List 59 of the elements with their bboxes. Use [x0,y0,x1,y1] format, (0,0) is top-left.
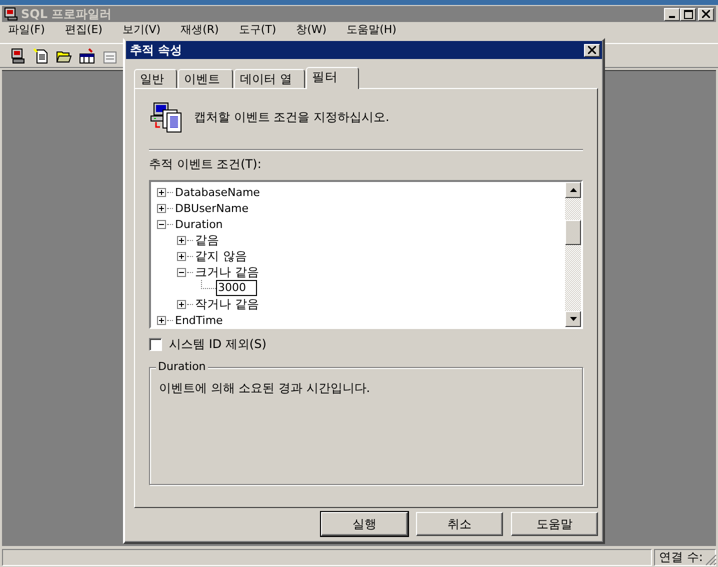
window-title: SQL 프로파일러 [21,6,112,22]
menu-item[interactable]: 파일(F) [6,23,47,36]
group-title: Duration [156,360,208,373]
description-text: 이벤트에 의해 소요된 경과 시간입니다. [159,381,370,395]
tab[interactable]: 필터 [306,67,359,89]
tree-item[interactable]: 작거나 같음 [195,296,259,312]
filter-tree[interactable]: DatabaseName DBUserName Duration 같음 같지 않음 크거나 같음 3000 작거나 같음 EndTime [149,180,583,329]
tab[interactable]: 일반 [134,69,177,88]
minimize-button[interactable] [664,8,680,20]
connection-count: 연결 수: [654,549,716,566]
scroll-down-button[interactable] [565,311,581,327]
menu-item[interactable]: 재생(R) [178,23,221,36]
table-icon[interactable] [79,48,95,64]
vertical-scrollbar[interactable] [565,182,581,327]
tree-item[interactable]: DatabaseName [175,186,260,198]
close-button[interactable] [698,8,714,20]
tab[interactable]: 데이터 열 [234,69,305,88]
dialog-button[interactable]: 도움말 [511,512,598,536]
checkbox[interactable] [149,338,162,351]
tree-item[interactable]: EndTime [175,314,223,326]
menu-item[interactable]: 도움말(H) [344,23,398,36]
new-document-icon[interactable] [33,48,49,64]
dialog-title: 추적 속성 [130,42,182,58]
menu-item[interactable]: 편집(E) [62,23,104,36]
expand-icon[interactable] [177,236,186,244]
collapse-icon[interactable] [177,268,186,276]
instruction-text: 캡처할 이벤트 조건을 지정하십시오. [194,108,390,126]
maximize-button[interactable] [680,8,696,20]
tree-item[interactable]: DBUserName [175,202,249,214]
scroll-thumb[interactable] [565,220,581,245]
tree-item[interactable]: 같음 [195,232,219,248]
expand-icon[interactable] [177,300,186,308]
expand-icon[interactable] [157,188,166,196]
expand-icon[interactable] [157,316,166,324]
tree-item[interactable]: Duration [175,218,223,230]
expand-icon[interactable] [157,204,166,212]
tree-item[interactable]: 크거나 같음 [195,264,259,280]
close-icon [588,46,596,54]
menu-item[interactable]: 보기(V) [120,23,163,36]
tree-label: 추적 이벤트 조건(T): [149,156,262,173]
scroll-up-button[interactable] [565,182,581,198]
expand-icon[interactable] [177,252,186,260]
maximize-icon [684,10,692,18]
close-button[interactable] [584,44,600,56]
dialog-button[interactable]: 실행 [321,512,408,536]
collapse-icon[interactable] [157,220,166,228]
down-arrow-icon [570,317,576,321]
checkbox-label: 시스템 ID 제외(S) [169,336,266,353]
trace-icon[interactable] [10,48,26,64]
value-field[interactable]: 3000 [216,280,257,296]
tree-item[interactable]: 같지 않음 [195,248,247,264]
resize-grip-icon[interactable] [705,554,717,566]
tab[interactable]: 이벤트 [178,69,233,88]
computer-document-icon [150,101,184,133]
dialog-button[interactable]: 취소 [416,512,503,536]
up-arrow-icon [570,188,576,192]
close-icon [702,10,710,18]
menu-item[interactable]: 창(W) [294,23,329,36]
menu-item[interactable]: 도구(T) [236,23,278,36]
